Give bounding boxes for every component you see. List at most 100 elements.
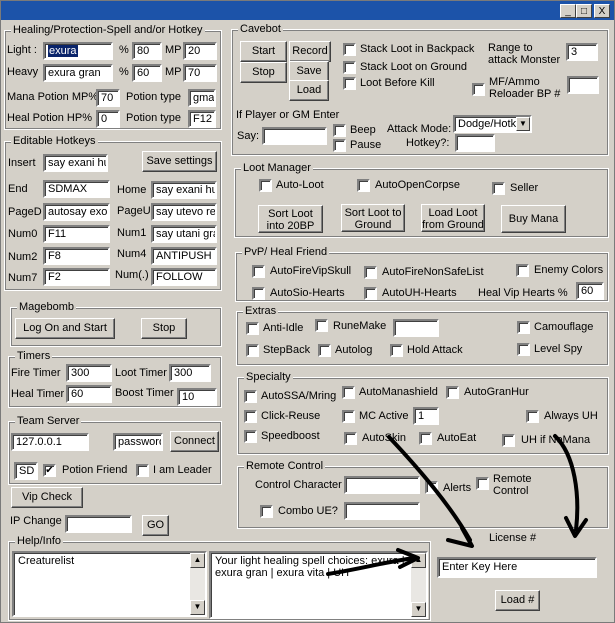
control-character-input[interactable] xyxy=(344,476,420,494)
level-spy-checkbox[interactable] xyxy=(517,343,530,356)
hotkey-input[interactable]: F11 xyxy=(43,225,110,243)
go-button[interactable]: GO xyxy=(142,515,169,536)
sort-20bp-button[interactable]: Sort Loot into 20BP xyxy=(258,205,323,233)
vip-check-button[interactable]: Vip Check xyxy=(11,487,83,508)
ssa-checkbox[interactable] xyxy=(244,390,257,403)
info-scrollbar[interactable]: ▲ ▼ xyxy=(411,553,426,617)
speedboost-checkbox[interactable] xyxy=(244,430,257,443)
hotkey-input[interactable]: say exani hu xyxy=(43,154,108,172)
scroll-up-icon[interactable]: ▲ xyxy=(411,553,426,568)
leader-checkbox[interactable] xyxy=(136,464,149,477)
rune-make-checkbox[interactable] xyxy=(315,319,328,332)
loot-timer-input[interactable]: 300 xyxy=(169,364,211,382)
minimize-button[interactable]: _ xyxy=(560,4,576,18)
autoeat-checkbox[interactable] xyxy=(419,432,432,445)
load-button[interactable]: Load xyxy=(289,80,329,101)
anti-idle-checkbox[interactable] xyxy=(246,322,259,335)
fire-nonsafe-checkbox[interactable] xyxy=(364,266,377,279)
mc-active-checkbox[interactable] xyxy=(342,410,355,423)
potion-friend-checkbox[interactable]: ✔ xyxy=(43,464,56,477)
hotkey-input[interactable]: say exani hur xyxy=(151,181,217,199)
scroll-down-icon[interactable]: ▼ xyxy=(411,602,426,617)
buy-mana-button[interactable]: Buy Mana xyxy=(501,205,566,233)
remote-checkbox[interactable] xyxy=(476,477,489,490)
magebomb-stop-button[interactable]: Stop xyxy=(141,318,187,339)
seller-checkbox[interactable] xyxy=(492,182,505,195)
connect-button[interactable]: Connect xyxy=(170,431,219,452)
hotkey-input[interactable]: SDMAX xyxy=(43,180,110,198)
load-ground-button[interactable]: Load Loot from Ground xyxy=(421,204,485,232)
camouflage-checkbox[interactable] xyxy=(517,321,530,334)
alerts-checkbox[interactable] xyxy=(425,481,438,494)
stepback-checkbox[interactable] xyxy=(246,344,259,357)
stack-backpack-checkbox[interactable] xyxy=(343,43,356,56)
boost-timer-input[interactable]: 10 xyxy=(177,388,217,406)
mana-potion-type-input[interactable]: gma xyxy=(188,89,216,107)
hotkey-input[interactable]: FOLLOW xyxy=(151,268,217,286)
fire-vip-checkbox[interactable] xyxy=(252,265,265,278)
beep-checkbox[interactable] xyxy=(333,124,346,137)
manashield-checkbox[interactable] xyxy=(342,386,355,399)
hotkey-input[interactable]: say utani gran xyxy=(151,225,217,243)
enemy-colors-checkbox[interactable] xyxy=(516,264,529,277)
light-spell-input[interactable]: exura xyxy=(43,42,113,60)
uh-no-mana-checkbox[interactable] xyxy=(502,434,515,447)
vip-hearts-input[interactable]: 60 xyxy=(576,282,604,300)
always-uh-checkbox[interactable] xyxy=(526,410,539,423)
combo-ue-input[interactable] xyxy=(344,502,420,520)
autoskin-checkbox[interactable] xyxy=(344,432,357,445)
heavy-percent-input[interactable]: 60 xyxy=(132,64,162,82)
save-button[interactable]: Save xyxy=(289,61,329,82)
log-on-start-button[interactable]: Log On and Start xyxy=(15,318,115,339)
heal-potion-input[interactable]: 0 xyxy=(96,110,120,128)
combo-ue-checkbox[interactable] xyxy=(260,505,273,518)
autolog-checkbox[interactable] xyxy=(318,344,331,357)
heavy-mp-input[interactable]: 70 xyxy=(183,64,217,82)
uh-hearts-checkbox[interactable] xyxy=(364,287,377,300)
info-textbox[interactable]: Your light healing spell choices: exura … xyxy=(209,551,428,619)
hotkey-input[interactable]: ANTIPUSH xyxy=(151,247,217,265)
attack-mode-select[interactable]: Dodge/Hotk ▼ xyxy=(453,115,532,133)
heal-potion-type-input[interactable]: F12 xyxy=(188,110,216,128)
start-button[interactable]: Start xyxy=(240,41,287,62)
heavy-spell-input[interactable]: exura gran xyxy=(43,64,113,82)
fire-timer-input[interactable]: 300 xyxy=(66,364,112,382)
hold-attack-checkbox[interactable] xyxy=(390,344,403,357)
hotkey-input[interactable]: say utevo re xyxy=(151,203,217,221)
heal-timer-input[interactable]: 60 xyxy=(66,385,112,403)
mc-active-input[interactable]: 1 xyxy=(413,407,439,425)
chevron-down-icon[interactable]: ▼ xyxy=(516,117,530,131)
sio-hearts-checkbox[interactable] xyxy=(252,287,265,300)
light-mp-input[interactable]: 20 xyxy=(183,42,217,60)
license-key-input[interactable]: Enter Key Here xyxy=(437,557,597,578)
mana-potion-input[interactable]: 70 xyxy=(96,89,120,107)
auto-loot-checkbox[interactable] xyxy=(259,179,272,192)
loot-before-kill-checkbox[interactable] xyxy=(343,77,356,90)
scroll-down-icon[interactable]: ▼ xyxy=(190,600,205,615)
sort-ground-button[interactable]: Sort Loot to Ground xyxy=(341,204,405,232)
scroll-up-icon[interactable]: ▲ xyxy=(190,553,205,568)
server-ip-input[interactable]: 127.0.0.1 xyxy=(11,433,89,451)
record-button[interactable]: Record xyxy=(289,41,331,62)
granhur-checkbox[interactable] xyxy=(446,386,459,399)
hotkey-input[interactable]: autosay exori xyxy=(43,203,110,221)
creature-list-scrollbar[interactable]: ▲ ▼ xyxy=(190,553,205,615)
auto-open-corpse-checkbox[interactable] xyxy=(357,179,370,192)
sd-input[interactable]: SD xyxy=(14,462,38,480)
light-percent-input[interactable]: 80 xyxy=(132,42,162,60)
pause-checkbox[interactable] xyxy=(333,139,346,152)
password-input[interactable]: password xyxy=(113,433,163,451)
hotkey-input[interactable]: F2 xyxy=(43,268,110,286)
close-button[interactable]: X xyxy=(594,4,610,18)
mf-reloader-checkbox[interactable] xyxy=(472,83,485,96)
say-input[interactable] xyxy=(262,127,327,145)
load-license-button[interactable]: Load # xyxy=(495,590,540,611)
save-settings-button[interactable]: Save settings xyxy=(142,151,217,172)
rune-make-input[interactable] xyxy=(393,319,439,337)
ip-change-input[interactable] xyxy=(65,515,132,533)
stack-ground-checkbox[interactable] xyxy=(343,61,356,74)
range-input[interactable]: 3 xyxy=(566,43,598,61)
creature-list[interactable]: Creaturelist ▲ ▼ xyxy=(12,551,207,617)
cavebot-stop-button[interactable]: Stop xyxy=(240,62,287,83)
hotkey-q-input[interactable] xyxy=(455,134,495,152)
